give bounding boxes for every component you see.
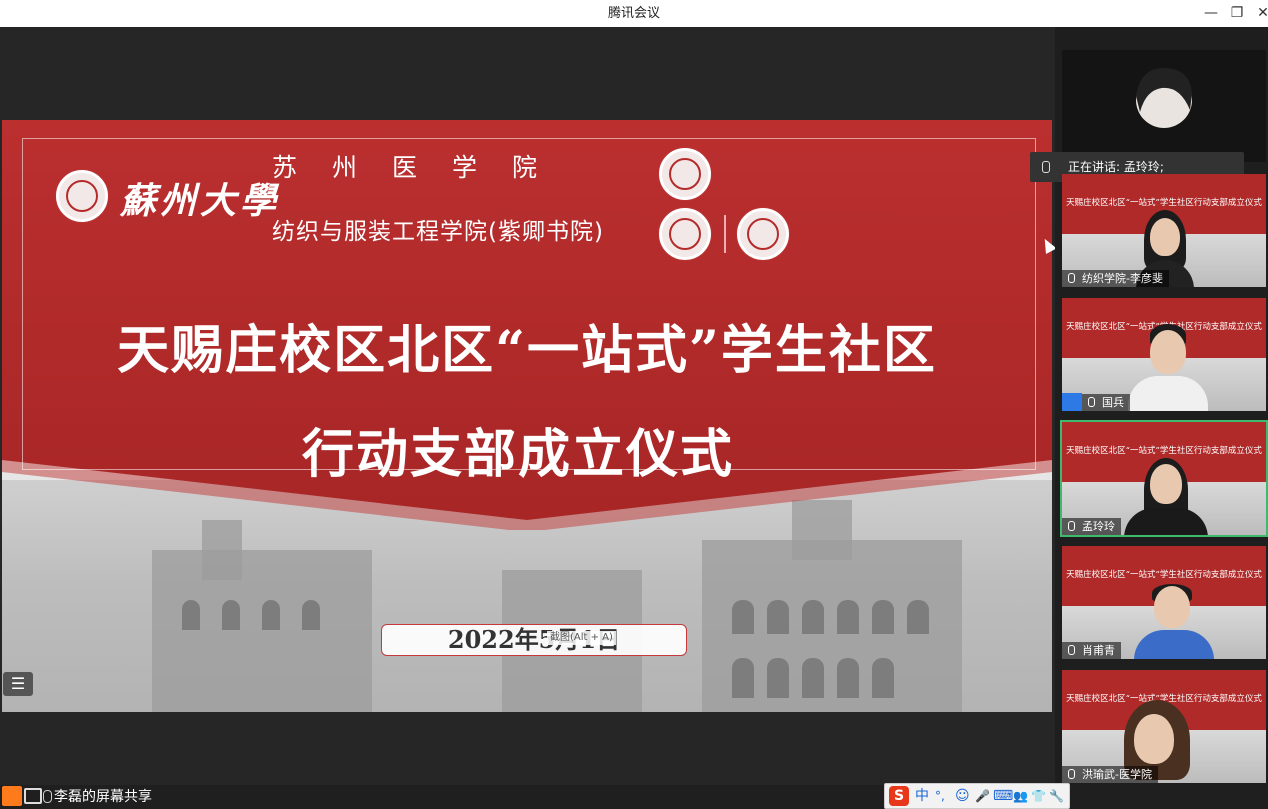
settings-wrench-icon[interactable]: 🔧 — [1049, 786, 1064, 806]
bottom-status-bar — [0, 785, 1268, 809]
list-menu-icon[interactable]: ☰ — [3, 672, 33, 696]
presentation-slide: 蘇州大學 苏州医学院 纺织与服装工程学院(紫卿书院) 天赐庄校区北区“一站式”学… — [2, 120, 1052, 712]
medical-school-seal-icon — [659, 148, 711, 200]
participant-slide-text: 天赐庄校区北区“一站式”学生社区行动支部成立仪式 — [1066, 570, 1262, 580]
participant-name: 肖甫青 — [1062, 642, 1121, 659]
participant-tile-5[interactable]: 天赐庄校区北区“一站式”学生社区行动支部成立仪式 肖甫青 — [1062, 546, 1266, 659]
punctuation-toggle[interactable]: °, — [935, 786, 945, 806]
slide-heading-line1: 天赐庄校区北区“一站式”学生社区 — [117, 320, 937, 381]
skin-icon[interactable]: 👕 — [1031, 786, 1046, 806]
sogou-logo-icon[interactable]: S — [889, 786, 909, 806]
screen-share-icon — [24, 788, 42, 804]
toolbox-icon[interactable]: 👥 — [1013, 786, 1028, 806]
participant-tile-3[interactable]: 天赐庄校区北区“一站式”学生社区行动支部成立仪式 国兵 — [1062, 298, 1266, 411]
microphone-icon — [1068, 521, 1075, 531]
participant-tile-6[interactable]: 天赐庄校区北区“一站式”学生社区行动支部成立仪式 洪瑜武-医学院 — [1062, 670, 1266, 783]
screenshot-tooltip: 截图(Alt + A) — [547, 631, 616, 645]
slide-heading-line2: 行动支部成立仪式 — [301, 424, 734, 485]
person-avatar-icon — [1136, 68, 1192, 128]
logo-divider — [724, 215, 726, 253]
keyboard-icon[interactable]: ⌨ — [993, 786, 1013, 806]
close-button[interactable]: ✕ — [1248, 0, 1268, 27]
participant-tile-2[interactable]: 天赐庄校区北区“一站式”学生社区行动支部成立仪式 纺织学院-李彦斐 — [1062, 174, 1266, 287]
participant-slide-text: 天赐庄校区北区“一站式”学生社区行动支部成立仪式 — [1066, 198, 1262, 208]
microphone-icon — [1088, 397, 1095, 407]
voice-input-icon[interactable]: 🎤 — [975, 786, 990, 806]
window-title: 腾讯会议 — [607, 6, 660, 21]
participant-name: 洪瑜武-医学院 — [1062, 766, 1158, 783]
university-name: 蘇州大學 — [120, 180, 281, 222]
school-textile: 纺织与服装工程学院(紫卿书院) — [272, 219, 604, 245]
participant-name: 纺织学院-李彦斐 — [1062, 270, 1169, 287]
participant-user-icon — [1062, 393, 1082, 411]
school-medical: 苏州医学院 — [272, 153, 573, 182]
participant-tile-1[interactable] — [1062, 50, 1266, 162]
participant-tile-4[interactable]: 天赐庄校区北区“一站式”学生社区行动支部成立仪式 孟玲玲 — [1060, 420, 1268, 537]
window-titlebar: 腾讯会议 — ❐ ✕ — [0, 0, 1268, 28]
microphone-icon — [43, 790, 52, 803]
microphone-icon — [1068, 769, 1075, 779]
user-icon — [2, 786, 22, 806]
ime-toolbar[interactable]: S 中 °, ☺ 🎤 ⌨ 👥 👕 🔧 — [884, 783, 1070, 809]
microphone-icon — [1068, 273, 1075, 283]
microphone-icon — [1068, 645, 1075, 655]
participant-name: 孟玲玲 — [1062, 518, 1121, 535]
textile-school-seal-icon — [659, 208, 711, 260]
slide-date: 2022年5月1日 截图(Alt + A) — [381, 624, 687, 656]
ime-mode-toggle[interactable]: 中 — [915, 786, 929, 806]
participant-name: 国兵 — [1082, 394, 1130, 411]
soochow-university-seal-icon — [56, 170, 108, 222]
screen-share-label: 李磊的屏幕共享 — [54, 789, 152, 805]
participant-slide-text: 天赐庄校区北区“一站式”学生社区行动支部成立仪式 — [1066, 446, 1262, 456]
emoji-icon[interactable]: ☺ — [955, 786, 970, 806]
microphone-icon — [1042, 161, 1050, 173]
ziqing-college-seal-icon — [737, 208, 789, 260]
